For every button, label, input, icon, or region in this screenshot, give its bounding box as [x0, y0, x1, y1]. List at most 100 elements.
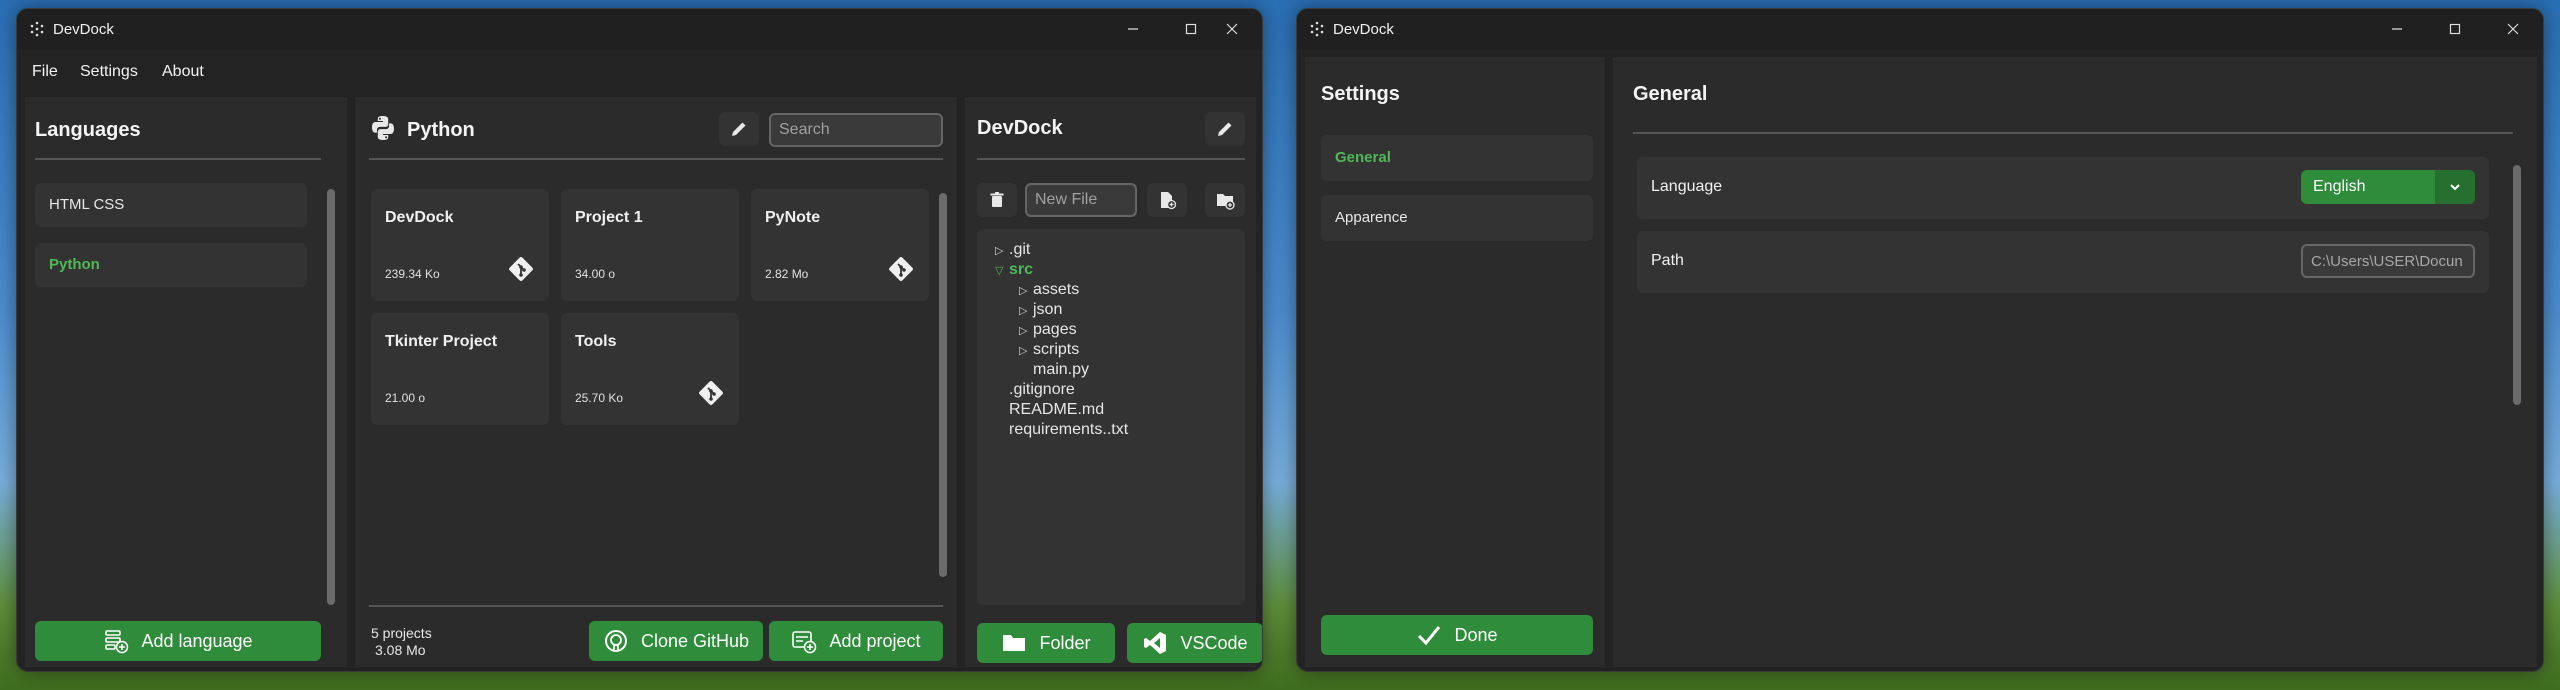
language-item-python[interactable]: Python: [35, 243, 307, 287]
app-logo-icon: [30, 21, 44, 37]
vscode-icon: [1144, 632, 1167, 654]
tree-item-scripts[interactable]: ▷ scripts: [1019, 341, 1079, 359]
title-bar[interactable]: DevDock: [1297, 9, 2543, 49]
project-name: Project 1: [575, 209, 643, 226]
setting-row-language: Language English: [1637, 157, 2489, 219]
files-panel: DevDock ▷ .git: [965, 97, 1262, 667]
new-file-input[interactable]: [1025, 183, 1137, 217]
close-button[interactable]: [1203, 9, 1261, 49]
search-input[interactable]: [769, 113, 943, 147]
project-size: 25.70 Ko: [575, 391, 624, 405]
divider: [369, 605, 943, 607]
new-folder-button[interactable]: [1205, 183, 1245, 217]
main-window: DevDock File Settings About Languages HT…: [16, 8, 1263, 672]
git-icon: [509, 257, 533, 281]
languages-scrollbar[interactable]: [327, 189, 335, 605]
project-name: Tkinter Project: [385, 333, 498, 350]
projects-scrollbar[interactable]: [939, 193, 947, 577]
settings-title: Settings: [1321, 83, 1400, 105]
tree-item-git[interactable]: ▷ .git: [995, 241, 1030, 259]
project-size: 34.00 o: [575, 267, 616, 281]
clone-github-label: Clone GitHub: [640, 630, 750, 651]
settings-scrollbar[interactable]: [2513, 165, 2521, 405]
trash-icon: [990, 192, 1004, 207]
add-language-label: Add language: [141, 630, 253, 651]
chevron-right-icon: ▷: [1019, 325, 1028, 337]
edit-language-button[interactable]: [719, 112, 759, 146]
project-card-project-1[interactable]: Project 1 34.00 o: [561, 189, 739, 301]
chevron-down-icon: [2450, 184, 2460, 191]
minimize-icon: [1128, 28, 1138, 30]
add-project-button[interactable]: Add project: [769, 621, 943, 661]
project-card-pynote[interactable]: PyNote 2.82 Mo: [751, 189, 929, 301]
github-icon: [604, 630, 627, 652]
tree-item-label: scripts: [1033, 341, 1080, 358]
minimize-button[interactable]: [2368, 9, 2426, 49]
project-card-devdock[interactable]: DevDock 239.34 Ko: [371, 189, 549, 301]
check-icon: [1418, 626, 1441, 646]
dropdown-button[interactable]: [2435, 170, 2475, 204]
app-logo-icon: [1310, 21, 1324, 37]
menu-bar: File Settings About: [17, 49, 1262, 97]
project-name: Tools: [575, 333, 617, 350]
delete-file-button[interactable]: [977, 183, 1017, 217]
tree-item-main-py[interactable]: main.py: [1033, 361, 1089, 379]
path-input[interactable]: [2301, 244, 2475, 278]
open-vscode-button[interactable]: VSCode: [1127, 623, 1262, 663]
pencil-icon: [1218, 122, 1232, 136]
edit-project-button[interactable]: [1205, 112, 1245, 146]
new-file-icon: [1161, 192, 1177, 210]
language-item-html-css[interactable]: HTML CSS: [35, 183, 307, 227]
tree-item-assets[interactable]: ▷ assets: [1019, 281, 1079, 299]
chevron-right-icon: ▷: [1019, 345, 1028, 357]
add-language-button[interactable]: Add language: [35, 621, 321, 661]
project-card-tkinter-project[interactable]: Tkinter Project 21.00 o: [371, 313, 549, 425]
done-button[interactable]: Done: [1321, 615, 1593, 655]
divider: [1633, 132, 2513, 134]
tree-item-label: assets: [1033, 281, 1080, 298]
settings-nav-apparence[interactable]: Apparence: [1321, 195, 1593, 241]
settings-sidebar: Settings General Apparence Done: [1305, 57, 1605, 667]
minimize-icon: [2392, 28, 2402, 30]
tree-item-requirements[interactable]: requirements..txt: [1009, 421, 1128, 439]
open-folder-button[interactable]: Folder: [977, 623, 1115, 663]
chevron-right-icon: ▷: [1019, 285, 1028, 297]
tree-item-json[interactable]: ▷ json: [1019, 301, 1062, 319]
open-vscode-label: VSCode: [1180, 632, 1248, 653]
pencil-icon: [732, 122, 746, 136]
settings-window: DevDock Settings General Apparence Done …: [1296, 8, 2544, 672]
languages-panel: Languages HTML CSS Python Add language: [25, 97, 347, 667]
open-folder-label: Folder: [1039, 632, 1091, 653]
tree-item-label: pages: [1033, 321, 1077, 338]
divider: [35, 158, 321, 160]
menu-file[interactable]: File: [32, 63, 58, 81]
tree-item-src[interactable]: ▽ src: [995, 261, 1033, 279]
menu-settings[interactable]: Settings: [80, 63, 138, 81]
projects-panel: Python DevDock 239.34 Ko Project 1 34.00…: [355, 97, 957, 667]
new-folder-icon: [1217, 194, 1235, 210]
divider: [977, 158, 1245, 160]
project-name: PyNote: [765, 209, 821, 226]
setting-row-path: Path: [1637, 231, 2489, 293]
project-size: 239.34 Ko: [385, 267, 440, 281]
close-button[interactable]: [2484, 9, 2542, 49]
tree-item-readme[interactable]: README.md: [1009, 401, 1104, 419]
clone-github-button[interactable]: Clone GitHub: [589, 621, 763, 661]
projects-title: Python: [407, 119, 475, 141]
project-card-tools[interactable]: Tools 25.70 Ko: [561, 313, 739, 425]
language-select[interactable]: English: [2301, 170, 2475, 204]
chevron-right-icon: ▷: [1019, 305, 1028, 317]
new-file-button[interactable]: [1147, 183, 1187, 217]
menu-about[interactable]: About: [162, 63, 204, 81]
title-bar[interactable]: DevDock: [17, 9, 1262, 49]
tree-item-gitignore[interactable]: .gitignore: [1009, 381, 1075, 399]
tree-item-label: src: [1009, 261, 1034, 278]
maximize-button[interactable]: [2426, 9, 2484, 49]
window-title: DevDock: [1333, 21, 1394, 38]
minimize-button[interactable]: [1104, 9, 1162, 49]
chevron-right-icon: ▷: [995, 245, 1004, 257]
settings-nav-general[interactable]: General: [1321, 135, 1593, 181]
tree-item-pages[interactable]: ▷ pages: [1019, 321, 1077, 339]
languages-title: Languages: [35, 119, 141, 141]
path-label: Path: [1651, 252, 1684, 269]
